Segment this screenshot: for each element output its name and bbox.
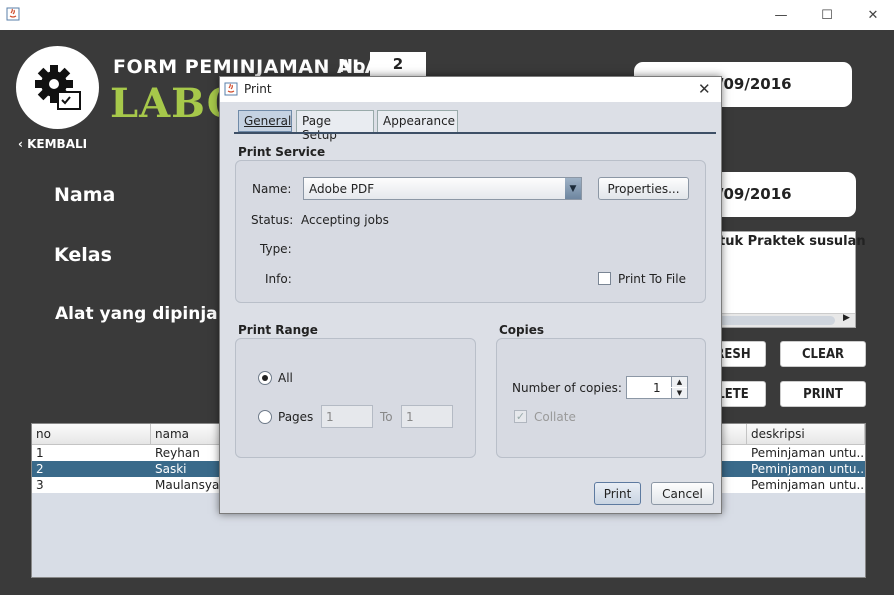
cell-deskripsi: Peminjaman untu... [751,462,865,476]
alat-label: Alat yang dipinjam [55,304,236,324]
column-header-deskripsi[interactable]: deskripsi [747,424,865,445]
print-to-file-checkbox[interactable] [598,272,611,285]
number-of-copies-label: Number of copies: [512,381,622,395]
pages-from-field[interactable]: 1 [321,405,373,428]
status-label: Status: [251,213,294,227]
clear-button[interactable]: CLEAR [780,341,866,367]
cell-deskripsi: Peminjaman untu... [751,446,865,460]
type-label: Type: [260,242,292,256]
status-value: Accepting jobs [301,213,389,227]
info-label: Info: [265,272,292,286]
properties-button[interactable]: Properties... [598,177,689,200]
print-range-group [235,338,476,458]
pages-to-field[interactable]: 1 [401,405,453,428]
tab-general[interactable]: General [238,110,292,132]
spinner-up-icon[interactable]: ▲ [671,377,687,387]
chevron-down-icon[interactable]: ▼ [565,178,581,199]
radio-all[interactable] [258,371,272,385]
cell-no: 3 [36,478,44,492]
no-label: No [338,56,366,77]
scroll-right-icon[interactable]: ▶ [843,313,850,323]
no-field[interactable]: 2 [370,52,426,78]
cell-no: 1 [36,446,44,460]
java-app-icon [6,7,20,24]
tab-page-setup[interactable]: Page Setup [296,110,374,142]
dialog-titlebar[interactable]: Print ✕ [220,77,721,102]
dialog-title: Print [244,82,272,96]
java-app-icon [224,82,238,99]
column-header-no[interactable]: no [32,424,151,445]
app-logo [16,46,99,129]
to-label: To [380,410,393,424]
print-button[interactable]: PRINT [780,381,866,407]
window-titlebar: — ☐ ✕ [0,0,894,30]
collate-checkbox[interactable]: ✓ [514,410,527,423]
printer-select[interactable]: Adobe PDF ▼ [303,177,582,200]
spinner-down-icon[interactable]: ▼ [671,388,687,398]
cell-no: 2 [36,462,44,476]
dialog-close-icon[interactable]: ✕ [698,80,711,98]
name-label: Name: [252,182,292,196]
dialog-cancel-button[interactable]: Cancel [651,482,714,505]
horizontal-scrollbar[interactable]: ▶ [701,313,855,327]
dialog-print-button[interactable]: Print [594,482,641,505]
kelas-label: Kelas [54,244,112,266]
close-button[interactable]: ✕ [850,0,894,30]
description-textarea[interactable]: tuk Praktek susulan ▶ [700,231,866,328]
copies-heading: Copies [499,323,545,337]
radio-pages-label[interactable]: Pages [278,410,313,424]
tab-divider [234,132,716,134]
back-link[interactable]: ‹ KEMBALI [18,137,87,151]
gear-checklist-icon [35,65,81,110]
collate-label: Collate [534,410,576,424]
print-to-file-label[interactable]: Print To File [618,272,686,286]
minimize-button[interactable]: — [758,0,804,30]
copies-spinner[interactable]: 1 ▲ ▼ [626,376,688,399]
radio-pages[interactable] [258,410,272,424]
nama-label: Nama [54,184,116,206]
print-dialog: Print ✕ General Page Setup Appearance Pr… [219,76,722,514]
print-service-heading: Print Service [238,145,326,159]
tab-appearance[interactable]: Appearance [377,110,458,132]
print-range-heading: Print Range [238,323,318,337]
radio-all-label[interactable]: All [278,371,293,385]
cell-deskripsi: Peminjaman untu... [751,478,865,492]
maximize-button[interactable]: ☐ [804,0,850,30]
